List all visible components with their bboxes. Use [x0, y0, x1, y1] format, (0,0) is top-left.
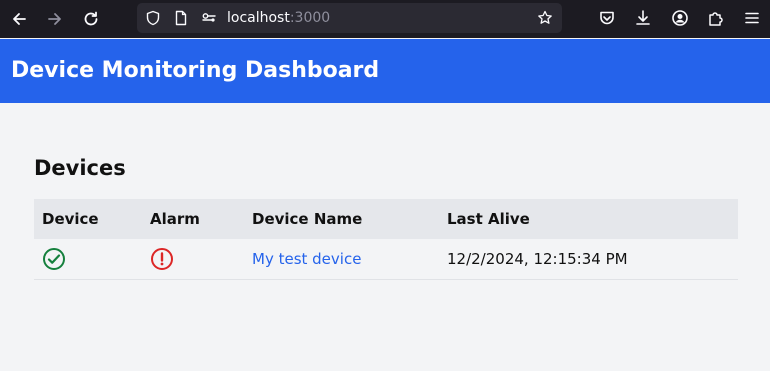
section-title: Devices — [34, 156, 126, 180]
column-header-alarm: Alarm — [150, 210, 200, 228]
device-name-link[interactable]: My test device — [252, 249, 361, 269]
url-port: :3000 — [289, 10, 331, 26]
column-header-device: Device — [42, 210, 99, 228]
menu-icon — [745, 12, 759, 24]
url-host: localhost — [227, 10, 290, 26]
download-button[interactable] — [633, 8, 653, 28]
browser-toolbar: localhost:3000 — [0, 0, 770, 38]
pocket-icon — [600, 11, 614, 25]
account-icon — [672, 10, 688, 26]
table-row: My test device 12/2/2024, 12:15:34 PM — [34, 239, 738, 280]
forward-button[interactable] — [43, 7, 67, 31]
devices-table: Device Alarm Device Name Last Alive My t… — [34, 199, 738, 280]
extensions-button[interactable] — [706, 8, 726, 28]
alert-circle-icon — [151, 248, 173, 270]
reload-button[interactable] — [79, 7, 103, 31]
shield-icon[interactable] — [145, 10, 161, 26]
column-header-last-alive: Last Alive — [447, 210, 530, 228]
extensions-icon — [709, 12, 723, 26]
bookmark-star-icon[interactable] — [537, 10, 553, 26]
app-title: Device Monitoring Dashboard — [11, 58, 380, 83]
back-button[interactable] — [7, 7, 31, 31]
reload-icon — [84, 11, 98, 26]
account-button[interactable] — [670, 8, 690, 28]
download-icon — [636, 10, 650, 25]
menu-button[interactable] — [742, 8, 762, 28]
back-icon — [13, 13, 26, 25]
forward-icon — [48, 13, 61, 25]
page-icon[interactable] — [173, 10, 189, 26]
table-header: Device Alarm Device Name Last Alive — [34, 199, 738, 239]
url-bar[interactable]: localhost:3000 — [137, 3, 562, 33]
last-alive-value: 12/2/2024, 12:15:34 PM — [447, 250, 628, 268]
pocket-button[interactable] — [597, 8, 617, 28]
url-text[interactable]: localhost:3000 — [227, 9, 330, 27]
check-circle-icon — [43, 248, 65, 270]
column-header-device-name: Device Name — [252, 210, 363, 228]
app-header: Device Monitoring Dashboard — [0, 39, 770, 103]
connection-icon[interactable] — [201, 10, 217, 26]
